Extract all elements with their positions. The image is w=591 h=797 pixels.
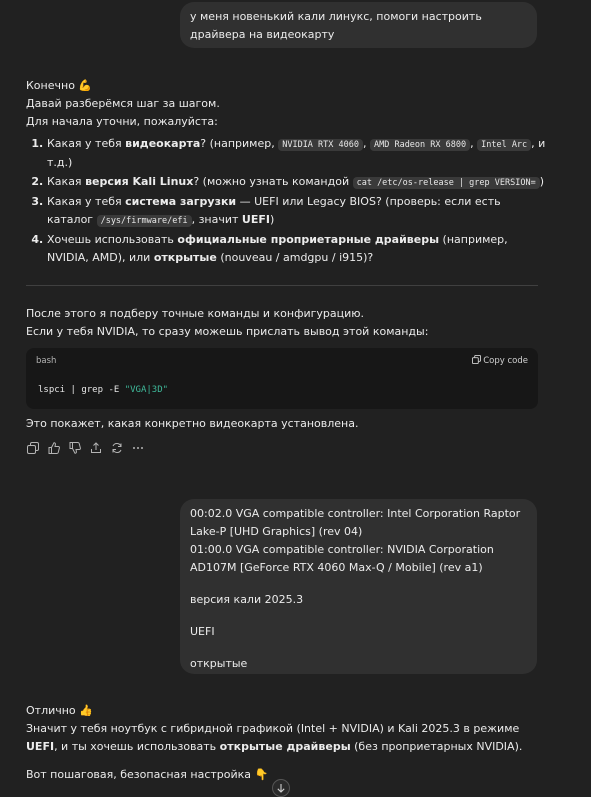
share-button[interactable]: [89, 441, 102, 455]
refresh-icon: [112, 443, 121, 453]
thumbs-up-icon: [48, 442, 60, 454]
item2-text-a: Какая: [47, 175, 86, 188]
code-command: lspci | grep -E: [38, 385, 125, 395]
copy-code-label: Copy code: [483, 356, 528, 366]
arrow-down-icon: [277, 784, 285, 793]
reply1-p3: Для начала уточни, пожалуйста:: [26, 115, 218, 128]
item2-text-c: ? (можно узнать командой: [193, 175, 353, 188]
item3-bold: система загрузки: [125, 195, 237, 208]
more-icon: [132, 447, 143, 449]
item4-bold-open: открытые: [153, 251, 217, 264]
item3-text-a: Какая у тебя: [47, 195, 126, 208]
item1-sep1: ,: [362, 137, 370, 150]
reply2-text-a: Значит у тебя ноутбук с гибридной график…: [26, 722, 520, 735]
user-message-2-line2: 01:00.0 VGA compatible controller: NVIDI…: [190, 543, 494, 574]
item4-text-e: (nouveau / amdgpu / i915)?: [216, 251, 374, 264]
reply1-closing-text: Это покажет, какая конкретно видеокарта …: [26, 417, 359, 430]
copy-code-button[interactable]: Copy code: [471, 352, 528, 370]
item3-code: /sys/firmware/efi: [96, 215, 192, 227]
assistant-reply-1: Конечно 💪 Давай разберёмся шаг за шагом.…: [26, 77, 546, 268]
list-item: Хочешь использовать официальные проприет…: [47, 231, 546, 267]
copy-icon: [26, 442, 39, 454]
item3-bold-uefi: UEFI: [241, 213, 270, 226]
item1-code3: Intel Arc: [477, 139, 532, 151]
item3-text-d: , значит: [191, 213, 242, 226]
scroll-down-button[interactable]: [272, 779, 290, 797]
code-string: "VGA|3D": [124, 385, 169, 395]
item1-code2: AMD Radeon RX 6800: [369, 139, 471, 151]
divider: [26, 285, 538, 286]
item1-text-a: Какая у тебя: [47, 137, 126, 150]
reply1-p2: Давай разберёмся шаг за шагом.: [26, 97, 220, 110]
thumbs-up-button[interactable]: [47, 441, 60, 455]
questions-list: Какая у тебя видеокарта? (например, NVID…: [26, 135, 546, 267]
share-icon: [90, 442, 101, 453]
item2-text-d: ): [539, 175, 545, 188]
reply1-closing: Это покажет, какая конкретно видеокарта …: [26, 415, 546, 433]
assistant-reply-2: Отлично 👍 Значит у тебя ноутбук с гибрид…: [26, 702, 546, 784]
copy-icon: [471, 355, 481, 364]
item2-code: cat /etc/os-release | grep VERSION=: [352, 177, 540, 189]
user-message-2-line4: UEFI: [190, 625, 215, 638]
regenerate-button[interactable]: [110, 441, 123, 455]
more-options-button[interactable]: [131, 441, 144, 455]
reply1-after1: После этого я подберу точные команды и к…: [26, 307, 365, 320]
list-item: Какая у тебя система загрузки — UEFI или…: [47, 193, 546, 230]
reply2-p1: Отлично 👍: [26, 704, 93, 717]
item2-bold: версия Kali Linux: [85, 175, 194, 188]
reply1-after: После этого я подберу точные команды и к…: [26, 305, 546, 341]
user-message-1-text: у меня новенький кали линукс, помоги нас…: [190, 10, 482, 41]
code-language: bash: [36, 356, 57, 366]
reply2-text-e: (без проприетарных NVIDIA).: [350, 740, 523, 753]
user-message-1: у меня новенький кали линукс, помоги нас…: [180, 2, 537, 48]
copy-message-button[interactable]: [26, 441, 39, 455]
user-message-2-line3: версия кали 2025.3: [190, 593, 304, 606]
reply2-p2: Значит у тебя ноутбук с гибридной график…: [26, 720, 546, 756]
user-message-2-line1: 00:02.0 VGA compatible controller: Intel…: [190, 507, 521, 538]
reply2-bold-uefi: UEFI: [26, 740, 55, 753]
user-message-2-line5: открытые: [190, 657, 248, 670]
item4-text-a: Хочешь использовать: [47, 233, 178, 246]
reply2-bold-open: открытые драйверы: [219, 740, 351, 753]
item1-bold: видеокарта: [125, 137, 201, 150]
thumbs-down-button[interactable]: [68, 441, 81, 455]
thumbs-down-icon: [69, 442, 81, 454]
message-actions: [26, 441, 144, 459]
item3-text-f: ): [269, 213, 275, 226]
reply1-p1: Конечно 💪: [26, 79, 93, 92]
item4-bold: официальные проприетарные драйверы: [177, 233, 440, 246]
list-item: Какая версия Kali Linux? (можно узнать к…: [47, 173, 546, 192]
list-item: Какая у тебя видеокарта? (например, NVID…: [47, 135, 546, 172]
reply1-after2: Если у тебя NVIDIA, то сразу можешь прис…: [26, 325, 429, 338]
code-block: bash Copy code lspci | grep -E "VGA|3D": [26, 348, 538, 409]
item1-text-c: ? (например,: [200, 137, 279, 150]
item1-code1: NVIDIA RTX 4060: [278, 139, 363, 151]
code-content: lspci | grep -E "VGA|3D": [38, 381, 168, 399]
user-message-2: 00:02.0 VGA compatible controller: Intel…: [180, 499, 537, 674]
reply2-text-c: , и ты хочешь использовать: [54, 740, 220, 753]
